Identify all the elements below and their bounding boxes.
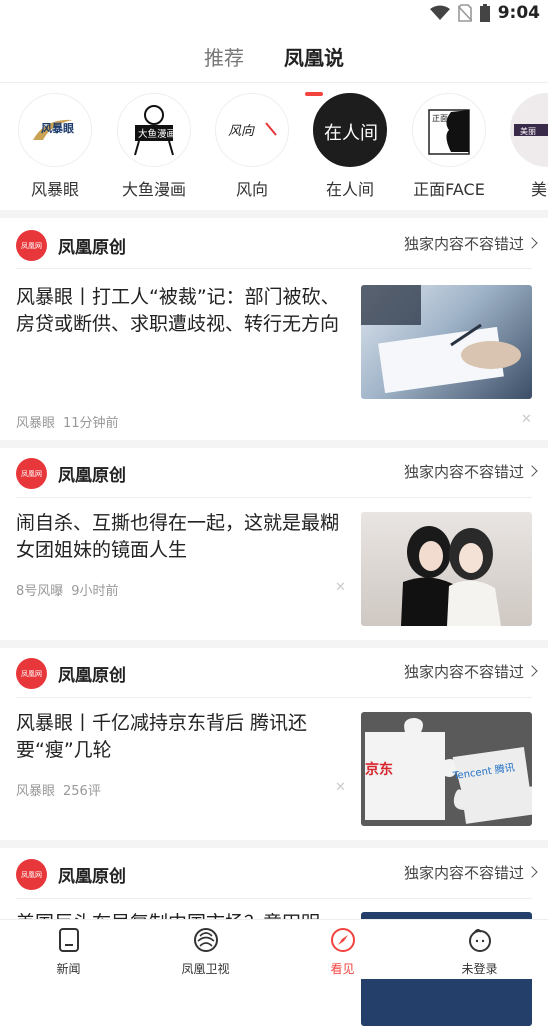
top-tabs: 推荐 凤凰说	[0, 30, 548, 82]
channel-logo: 在人间	[313, 93, 387, 167]
tabs-divider	[0, 82, 548, 83]
channel-logo: 美丽	[510, 93, 548, 167]
channel-logo: 风暴眼	[18, 93, 92, 167]
channel-fengxiang[interactable]: 风向 风向	[208, 93, 296, 200]
article-title[interactable]: 风暴眼丨打工人“被裁”记：部门被砍、房贷或断供、求职遭歧视、转行无方向	[16, 284, 344, 338]
chevron-right-icon	[526, 866, 537, 877]
svg-text:正面: 正面	[432, 114, 448, 123]
bottom-nav: 新闻 凤凰卫视 看见 未登录	[0, 919, 548, 979]
card-source-name: 凤凰原创	[58, 661, 126, 686]
chevron-right-icon	[526, 665, 537, 676]
channel-logo: 正面	[412, 93, 486, 167]
svg-text:美丽: 美丽	[520, 126, 536, 136]
channel-logo: 大鱼漫画	[117, 93, 191, 167]
card-divider	[16, 898, 532, 899]
dismiss-icon[interactable]: ✕	[335, 580, 346, 595]
status-bar: 9:04	[0, 0, 548, 26]
card-more-link[interactable]: 独家内容不容错过	[404, 233, 524, 254]
chevron-right-icon	[526, 465, 537, 476]
compass-icon	[329, 926, 357, 954]
channel-name: 大鱼漫画	[110, 176, 198, 200]
channel-name: 正面FACE	[405, 176, 493, 200]
nav-label: 看见	[274, 960, 411, 977]
channel-dayu-manhua[interactable]: 大鱼漫画 大鱼漫画	[110, 93, 198, 200]
svg-text:风向: 风向	[228, 124, 255, 139]
card-source-name: 凤凰原创	[58, 461, 126, 486]
nav-account[interactable]: 未登录	[411, 920, 548, 979]
card-more-link[interactable]: 独家内容不容错过	[404, 461, 524, 482]
status-time: 9:04	[498, 3, 540, 23]
svg-text:风暴眼: 风暴眼	[41, 121, 74, 135]
phoenix-original-logo: 凤凰网	[16, 230, 47, 261]
wifi-icon	[430, 5, 450, 21]
channel-carousel: 风暴眼 风暴眼 大鱼漫画 大鱼漫画 风向 风向 在人间 在人间 正面 正面FAC…	[0, 93, 548, 209]
phoenix-original-logo: 凤凰网	[16, 859, 47, 890]
card-header[interactable]: 凤凰网 凤凰原创 独家内容不容错过	[0, 219, 548, 269]
nav-label: 新闻	[0, 960, 137, 977]
article-meta: 风暴眼256评	[16, 780, 109, 799]
card-divider	[16, 497, 532, 498]
nav-label: 凤凰卫视	[137, 960, 274, 977]
article-title[interactable]: 风暴眼丨千亿减持京东背后 腾讯还要“瘦”几轮	[16, 710, 344, 764]
no-sim-icon	[458, 4, 472, 22]
section-gap	[0, 840, 548, 848]
channel-name: 美丽	[503, 176, 548, 200]
card-header[interactable]: 凤凰网 凤凰原创 独家内容不容错过	[0, 647, 548, 697]
channel-fengbaoyan[interactable]: 风暴眼 风暴眼	[11, 93, 99, 200]
card-more-link[interactable]: 独家内容不容错过	[404, 661, 524, 682]
battery-icon	[480, 4, 490, 22]
channel-meili[interactable]: 美丽 美丽	[503, 93, 548, 200]
article-title[interactable]: 闹自杀、互撕也得在一起，这就是最糊女团姐妹的镜面人生	[16, 510, 344, 564]
card-source-name: 凤凰原创	[58, 233, 126, 258]
user-icon	[466, 926, 494, 954]
phoenix-icon	[192, 926, 220, 954]
channel-logo: 风向	[215, 93, 289, 167]
chevron-right-icon	[526, 237, 537, 248]
phoenix-original-logo: 凤凰网	[16, 658, 47, 689]
article-meta: 风暴眼11分钟前	[16, 412, 127, 431]
article-thumbnail[interactable]: 京东 Tencent 腾讯	[361, 712, 532, 826]
dismiss-icon[interactable]: ✕	[335, 780, 346, 795]
card-divider	[16, 697, 532, 698]
article-thumbnail[interactable]	[361, 285, 532, 399]
nav-phoenix-tv[interactable]: 凤凰卫视	[137, 920, 274, 979]
phoenix-original-logo: 凤凰网	[16, 458, 47, 489]
card-header[interactable]: 凤凰网 凤凰原创 独家内容不容错过	[0, 848, 548, 898]
card-more-link[interactable]: 独家内容不容错过	[404, 862, 524, 883]
section-gap	[0, 210, 548, 218]
channel-name: 风暴眼	[11, 176, 99, 200]
svg-text:在人间: 在人间	[324, 123, 378, 144]
card-divider	[16, 268, 532, 269]
channel-name: 风向	[208, 176, 296, 200]
article-thumbnail[interactable]	[361, 512, 532, 626]
svg-text:大鱼漫画: 大鱼漫画	[138, 128, 176, 140]
channel-zairenjian[interactable]: 在人间 在人间	[306, 93, 394, 200]
dismiss-icon[interactable]: ✕	[521, 412, 532, 427]
card-header[interactable]: 凤凰网 凤凰原创 独家内容不容错过	[0, 447, 548, 497]
channel-name: 在人间	[306, 176, 394, 200]
jd-label: 京东	[365, 761, 393, 778]
tab-recommend[interactable]: 推荐	[204, 30, 244, 82]
nav-label: 未登录	[411, 960, 548, 977]
card-source-name: 凤凰原创	[58, 862, 126, 887]
article-meta: 8号风曝9小时前	[16, 580, 127, 599]
news-icon	[56, 926, 82, 954]
nav-news[interactable]: 新闻	[0, 920, 137, 979]
nav-kanjian[interactable]: 看见	[274, 920, 411, 979]
channel-zhengmian-face[interactable]: 正面 正面FACE	[405, 93, 493, 200]
tab-phoenix-says[interactable]: 凤凰说	[284, 30, 344, 82]
